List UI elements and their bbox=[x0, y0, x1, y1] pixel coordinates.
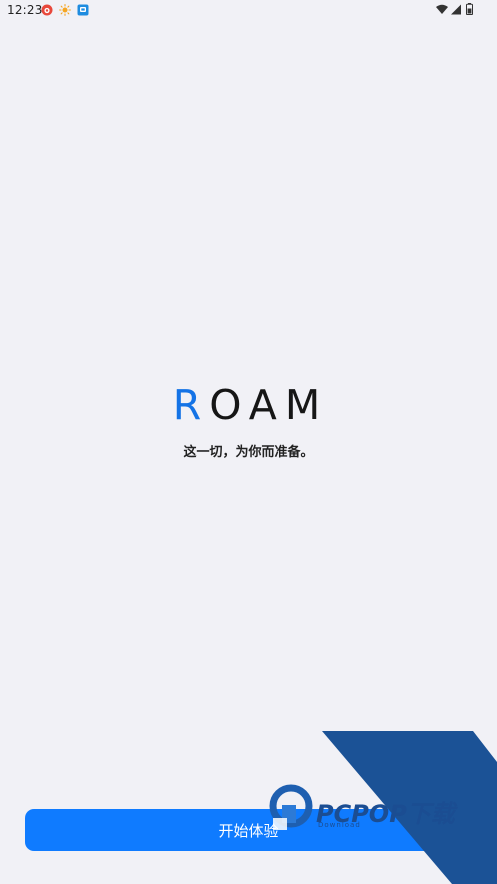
wifi-icon bbox=[436, 4, 448, 14]
tagline: 这一切，为你而准备。 bbox=[183, 445, 314, 460]
logo-letters: OAM bbox=[209, 381, 329, 429]
app-notification-icon bbox=[77, 4, 89, 16]
watermark-subtext: Download bbox=[318, 821, 361, 829]
weibo-icon bbox=[41, 4, 53, 16]
start-button-label: 开始体验 bbox=[218, 821, 279, 840]
logo-letter-r: R bbox=[172, 381, 210, 429]
app-logo: ROAM bbox=[0, 381, 497, 429]
battery-icon bbox=[466, 3, 473, 15]
cellular-signal-icon bbox=[451, 4, 461, 15]
sun-icon bbox=[59, 4, 71, 16]
status-time: 12:23 bbox=[7, 3, 43, 17]
status-bar: 12:23 bbox=[0, 0, 497, 22]
